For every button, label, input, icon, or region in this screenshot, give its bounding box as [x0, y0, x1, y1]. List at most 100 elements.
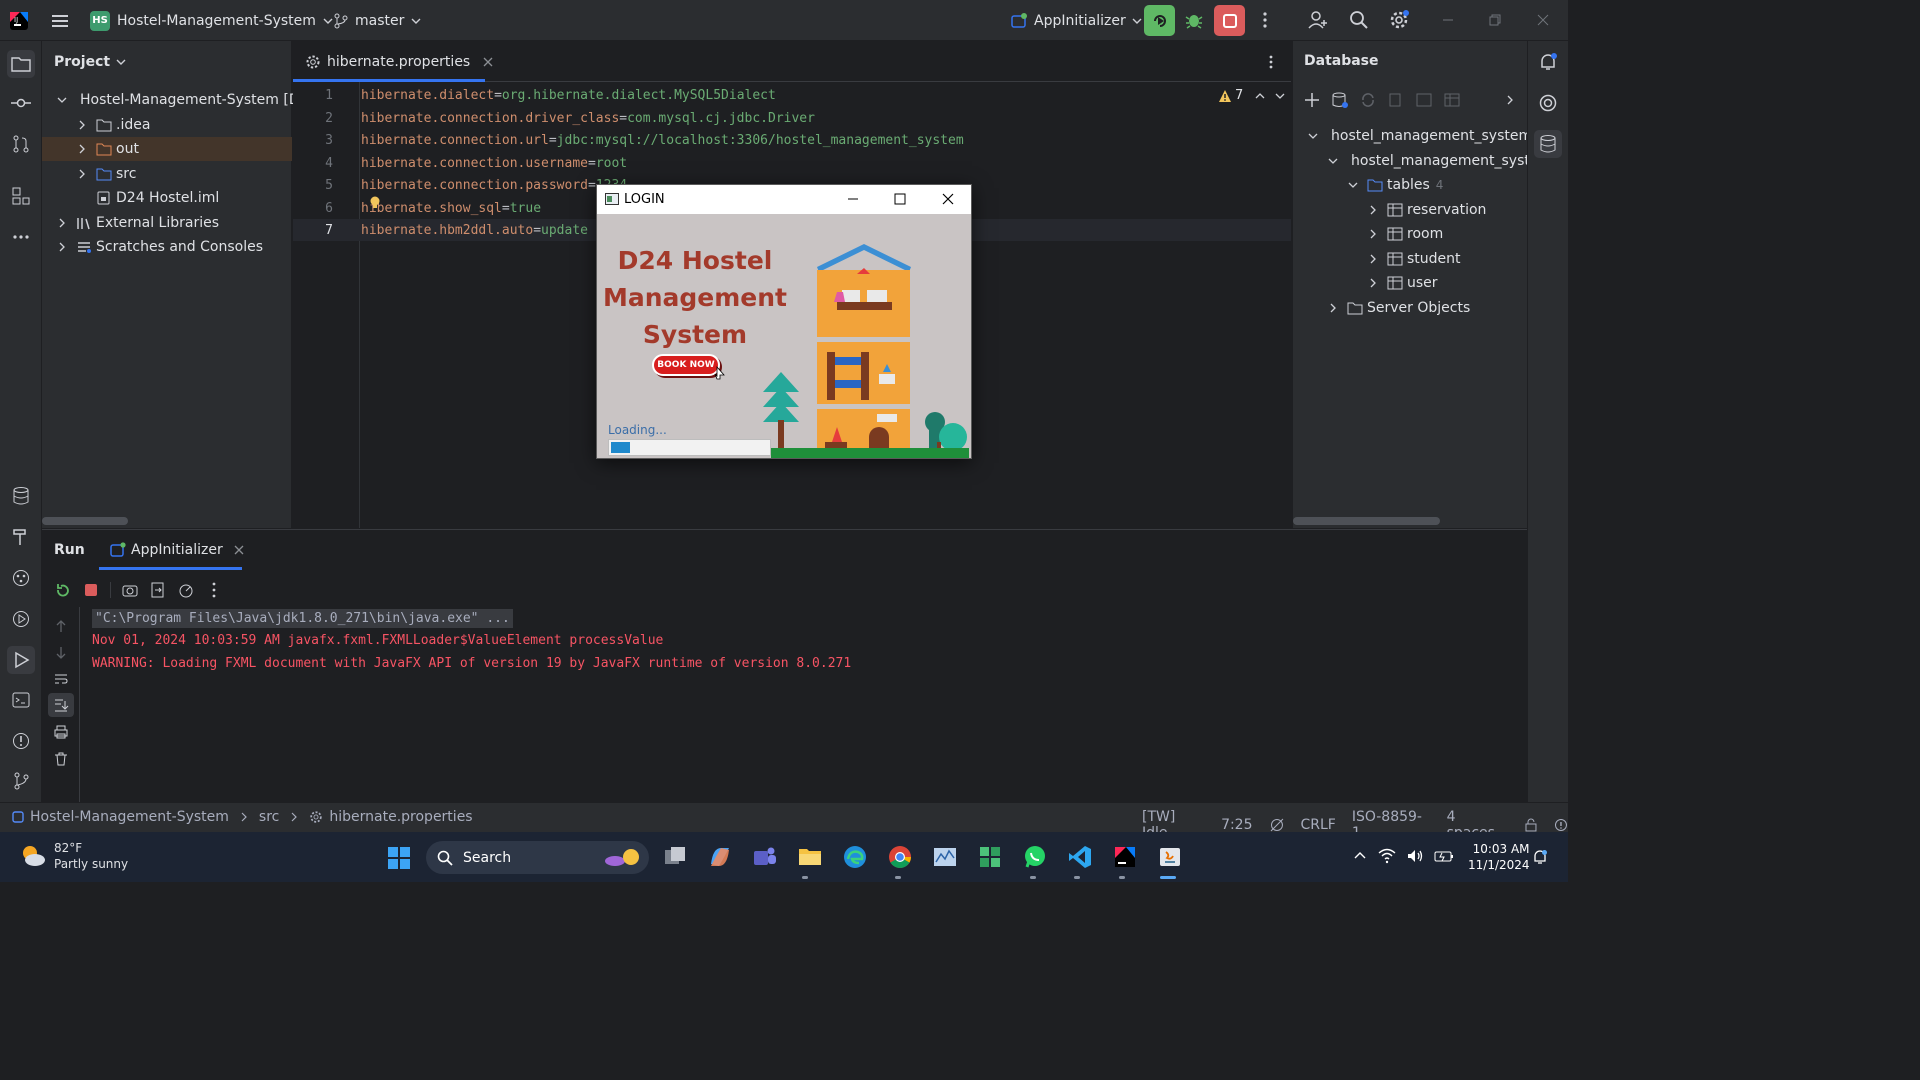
login-titlebar[interactable]: LOGIN: [597, 185, 971, 214]
breadcrumb-file[interactable]: hibernate.properties: [329, 809, 472, 825]
structure-icon[interactable]: [9, 184, 33, 208]
restore-window-icon[interactable]: [1487, 12, 1503, 28]
status-caret-position[interactable]: 7:25: [1221, 817, 1252, 833]
tray-chevron-up-icon[interactable]: [1352, 848, 1368, 864]
db-tree-server-objects[interactable]: Server Objects: [1293, 296, 1527, 320]
services-icon[interactable]: [9, 566, 33, 590]
chevron-right-icon[interactable]: [1503, 93, 1517, 107]
print-icon[interactable]: [53, 724, 69, 740]
profiler-icon[interactable]: [177, 581, 195, 599]
project-switcher[interactable]: HS Hostel-Management-System: [90, 0, 335, 41]
power-save-icon[interactable]: [1269, 817, 1285, 833]
debug-button[interactable]: [1183, 9, 1205, 31]
close-tab-icon[interactable]: [233, 544, 245, 556]
camera-snapshot-icon[interactable]: [121, 581, 139, 599]
intellij-logo-icon[interactable]: IJ: [8, 0, 30, 41]
tree-item-iml[interactable]: D24 Hostel.iml: [42, 186, 292, 210]
vscode-icon[interactable]: [1067, 844, 1093, 870]
tree-item-external-libraries[interactable]: External Libraries: [42, 211, 292, 235]
schema-compare-icon[interactable]: [1387, 91, 1405, 109]
breadcrumb-src[interactable]: src: [259, 809, 279, 825]
copilot-icon[interactable]: [707, 844, 733, 870]
wifi-icon[interactable]: [1378, 848, 1396, 864]
chevron-down-icon[interactable]: [1273, 89, 1287, 103]
db-horizontal-scrollbar[interactable]: [1293, 517, 1440, 525]
status-line-separator[interactable]: CRLF: [1300, 817, 1335, 833]
database-tool-icon[interactable]: [1534, 130, 1562, 158]
version-control-icon[interactable]: [9, 769, 33, 793]
book-now-button[interactable]: BOOK NOW: [652, 354, 720, 376]
editor-more-icon[interactable]: [1263, 54, 1279, 70]
battery-icon[interactable]: [1434, 848, 1454, 864]
db-tree-table-room[interactable]: room: [1293, 222, 1527, 246]
commit-icon[interactable]: [9, 91, 33, 115]
close-icon[interactable]: [942, 193, 954, 205]
refresh-icon[interactable]: [1359, 91, 1377, 109]
ai-assistant-icon[interactable]: [1536, 91, 1560, 115]
maximize-icon[interactable]: [894, 193, 906, 205]
table-view-icon[interactable]: [1443, 91, 1461, 109]
settings-gear-icon[interactable]: [1388, 9, 1410, 31]
run-services-icon[interactable]: [9, 607, 33, 631]
breadcrumb-project[interactable]: Hostel-Management-System: [30, 809, 229, 825]
branch-switcher[interactable]: master: [333, 0, 423, 41]
code-with-me-icon[interactable]: [1307, 9, 1329, 31]
weather-widget[interactable]: 82°F Partly sunny: [18, 840, 128, 872]
terminal-icon[interactable]: [9, 688, 33, 712]
code-line-7[interactable]: hibernate.hbm2ddl.auto=update: [361, 223, 588, 238]
notifications-bell-icon[interactable]: [1536, 50, 1560, 74]
code-line-4[interactable]: hibernate.connection.username=root: [361, 156, 627, 171]
main-menu-icon[interactable]: [50, 0, 70, 41]
notification-bell-icon[interactable]: [1532, 849, 1548, 865]
volume-icon[interactable]: [1406, 848, 1424, 864]
lock-icon[interactable]: [1524, 818, 1538, 832]
pull-requests-icon[interactable]: [9, 132, 33, 156]
close-tab-icon[interactable]: [482, 56, 494, 68]
whatsapp-icon[interactable]: [1022, 844, 1048, 870]
code-line-2[interactable]: hibernate.connection.driver_class=com.my…: [361, 111, 815, 126]
build-hammer-icon[interactable]: [9, 525, 33, 549]
teams-icon[interactable]: [752, 844, 778, 870]
arrow-up-icon[interactable]: [53, 618, 69, 634]
windows-start-icon[interactable]: [387, 846, 411, 870]
app-grid-icon[interactable]: [977, 844, 1003, 870]
chevron-up-icon[interactable]: [1253, 89, 1267, 103]
database-tool-icon[interactable]: [9, 484, 33, 508]
run-tab-appinitializer[interactable]: AppInitializer: [110, 542, 245, 558]
minimize-icon[interactable]: [847, 193, 859, 205]
stop-button[interactable]: [1214, 5, 1245, 36]
problems-icon[interactable]: [9, 729, 33, 753]
tree-item-root[interactable]: Hostel-Management-System [D: [42, 88, 300, 112]
problems-icon[interactable]: [1554, 818, 1568, 832]
clock[interactable]: 10:03 AM 11/1/2024: [1468, 841, 1530, 873]
tree-item-idea[interactable]: .idea: [42, 113, 292, 137]
add-icon[interactable]: [1303, 91, 1321, 109]
code-line-6[interactable]: hibernate.show_sql=true: [361, 201, 541, 216]
code-line-3[interactable]: hibernate.connection.url=jdbc:mysql://lo…: [361, 133, 964, 148]
datasource-properties-icon[interactable]: [1331, 91, 1349, 109]
console-line-warning[interactable]: WARNING: Loading FXML document with Java…: [92, 656, 851, 671]
more-tools-icon[interactable]: [9, 225, 33, 249]
arrow-down-icon[interactable]: [53, 645, 69, 661]
db-tree-table-user[interactable]: user: [1293, 271, 1527, 295]
rerun-button[interactable]: [1144, 5, 1175, 36]
inspection-widget[interactable]: 7: [1218, 88, 1287, 103]
db-tree-datasource[interactable]: hostel_management_system: [1293, 124, 1527, 148]
tree-item-src[interactable]: src: [42, 162, 292, 186]
project-horizontal-scrollbar[interactable]: [42, 517, 128, 525]
trash-icon[interactable]: [53, 751, 69, 767]
chrome-browser-icon[interactable]: [887, 844, 913, 870]
more-actions-icon[interactable]: [205, 581, 223, 599]
search-icon[interactable]: [1348, 9, 1370, 31]
taskbar-search-box[interactable]: Search: [426, 841, 649, 874]
console-line-log[interactable]: Nov 01, 2024 10:03:59 AM javafx.fxml.FXM…: [92, 633, 663, 648]
resource-monitor-icon[interactable]: [932, 844, 958, 870]
console-line-command[interactable]: "C:\Program Files\Java\jdk1.8.0_271\bin\…: [92, 609, 513, 628]
code-line-1[interactable]: hibernate.dialect=org.hibernate.dialect.…: [361, 88, 776, 103]
db-tree-tables[interactable]: tables 4: [1293, 173, 1527, 197]
close-window-icon[interactable]: [1535, 12, 1551, 28]
db-tree-table-reservation[interactable]: reservation: [1293, 198, 1527, 222]
project-panel-header[interactable]: Project: [54, 51, 128, 73]
tree-item-out[interactable]: out: [42, 137, 292, 161]
more-actions-icon[interactable]: [1255, 10, 1275, 30]
